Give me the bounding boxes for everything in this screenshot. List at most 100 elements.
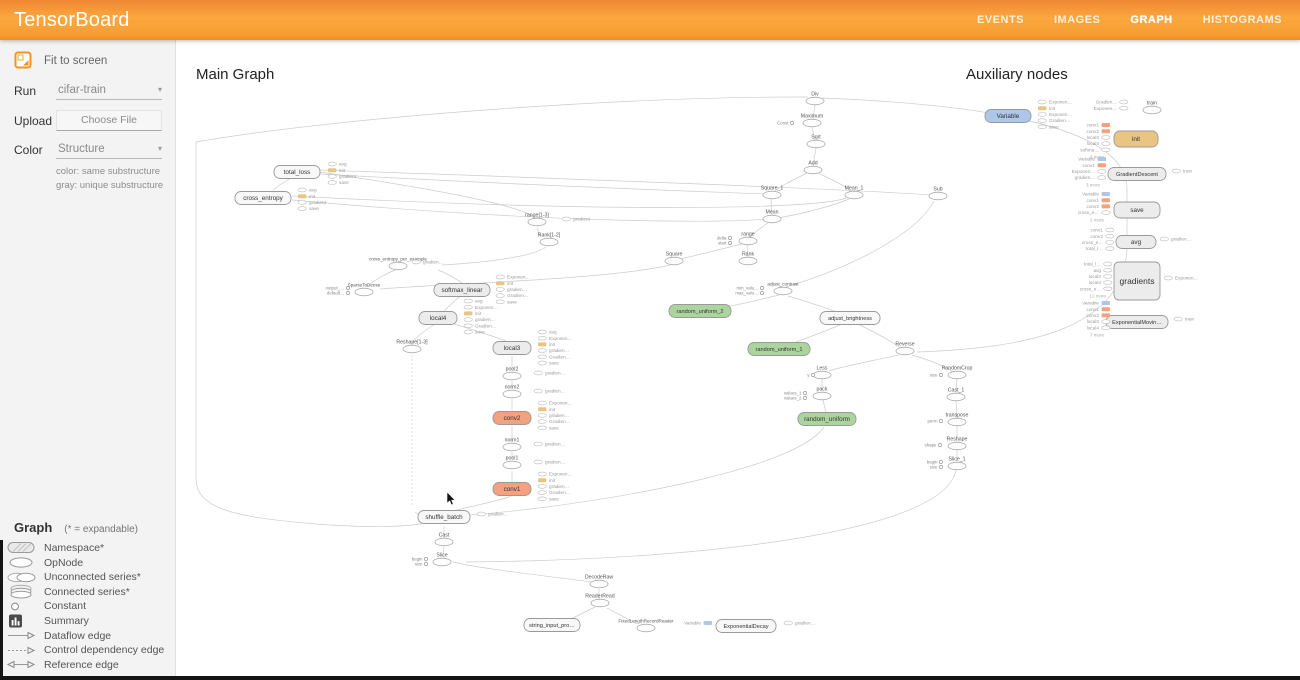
graph-edge	[823, 400, 826, 413]
graph-node-label: conv2	[504, 415, 521, 422]
constant-label: start	[718, 241, 727, 246]
op-node-add[interactable]: Add	[804, 161, 822, 174]
fit-to-screen-button[interactable]	[12, 50, 34, 72]
annotation-node-icon	[1104, 275, 1112, 279]
op-node-reverse[interactable]: Reverse	[895, 342, 914, 355]
annotation-node-icon	[464, 330, 472, 334]
op-node-pool1[interactable]: pool1	[503, 456, 521, 469]
op-node-decoderaw[interactable]: DecodeRaw	[585, 575, 614, 588]
annotation-label: init	[549, 342, 556, 347]
op-node-fixedlengthrecordreader[interactable]: FixedLengthRecordReader	[618, 619, 674, 632]
op-node-label: Less	[817, 366, 828, 372]
opnode-icon	[806, 97, 824, 105]
graph-node-gradients[interactable]: gradients	[1114, 262, 1160, 300]
graph-node-label: ExponentialDecay	[723, 624, 768, 630]
op-node-slice[interactable]: Slicebeginsize	[412, 553, 451, 567]
annotation-label: Gradien…	[507, 293, 529, 298]
op-node-label: adjust_contrast	[767, 282, 799, 287]
op-node-readerread[interactable]: ReaderRead	[585, 594, 615, 607]
annotation-label: init	[339, 168, 346, 173]
graph-node-string-input-pro-[interactable]: string_input_pro…	[524, 619, 580, 632]
graph-node-total-loss[interactable]: total_loss	[274, 166, 320, 179]
annotation-label: save	[339, 180, 349, 185]
op-node-rank[interactable]: Rank	[739, 252, 757, 265]
op-node-range-1-3-[interactable]: range[1-3]	[525, 213, 549, 226]
annotation-label: gradien…	[488, 512, 509, 517]
graph-node-cross-entropy[interactable]: cross_entropy	[235, 192, 291, 205]
op-node-label: range	[741, 232, 754, 238]
choose-file-button[interactable]: Choose File	[56, 110, 162, 131]
graph-canvas[interactable]: Div MaximumConst Sqrt Add Square_1 Mean_1 Sub M…	[176, 40, 1300, 680]
graph-node-save[interactable]: save	[1114, 202, 1160, 218]
graph-node-softmax-linear[interactable]: softmax_linear	[434, 284, 490, 297]
graph-node-gradientdescent[interactable]: GradientDescent	[1108, 168, 1166, 181]
opnode-icon	[403, 345, 421, 353]
graph-node-avg[interactable]: avg	[1116, 236, 1156, 249]
op-node-norm1[interactable]: norm1	[503, 438, 521, 451]
annotation-node-icon	[328, 181, 336, 185]
graph-node-init[interactable]: init	[1114, 131, 1158, 147]
op-node-maximum[interactable]: MaximumConst	[777, 114, 823, 127]
connected-series-icon	[0, 584, 44, 600]
opnode-icon	[0, 555, 44, 570]
graph-node-adjust-brightness[interactable]: adjust_brightness	[820, 312, 880, 325]
tab-graph[interactable]: GRAPH	[1130, 14, 1172, 26]
run-select[interactable]: cifar-train ▾	[56, 82, 162, 100]
op-node-pack[interactable]: packvalues_1values_2	[784, 387, 831, 401]
annotation-label: conv1	[1086, 198, 1099, 203]
tab-histograms[interactable]: HISTOGRAMS	[1203, 14, 1282, 26]
op-node-label: Reshape	[947, 437, 968, 443]
op-node-cast-1[interactable]: Cast_1	[947, 388, 965, 401]
graph-node-conv1[interactable]: conv1	[493, 483, 531, 496]
upload-label: Upload	[14, 114, 56, 128]
op-node-mean-1[interactable]: Mean_1	[845, 186, 864, 199]
op-node-reshape-1-3-[interactable]: Reshape[1-3]	[396, 340, 428, 353]
annotation-node-icon	[1038, 113, 1046, 117]
tab-images[interactable]: IMAGES	[1054, 14, 1100, 26]
op-node-rank-1-2-[interactable]: Rank[1-2]	[538, 233, 561, 246]
opnode-icon	[503, 390, 521, 398]
op-node-mean[interactable]: Mean	[763, 210, 781, 223]
graph-node-conv2[interactable]: conv2	[493, 412, 531, 425]
op-node-sqrt[interactable]: Sqrt	[807, 135, 825, 148]
graph-node-shuffle-batch[interactable]: shuffle_batch	[418, 511, 470, 524]
color-select[interactable]: Structure ▾	[56, 141, 162, 159]
graph-node-label: Variable	[997, 113, 1020, 120]
annotation-label: Exponen…	[549, 336, 573, 341]
op-node-norm2[interactable]: norm2	[503, 385, 521, 398]
annotation-stack: gradien…	[412, 260, 444, 265]
opnode-icon	[739, 257, 757, 265]
op-node-adjust-contrast[interactable]: adjust_contrastmin_valu…max_valu…	[735, 282, 799, 296]
op-node-square[interactable]: Square	[665, 252, 683, 265]
op-node-cast[interactable]: Cast	[435, 533, 453, 546]
header-bar: TensorBoard EVENTSIMAGESGRAPHHISTOGRAMS	[0, 0, 1300, 40]
graph-node-random-uniform[interactable]: random_uniform	[798, 413, 856, 426]
op-node-randomcrop[interactable]: RandomCropsize	[930, 366, 973, 379]
graph-edge	[196, 97, 808, 142]
graph-node-local3[interactable]: local3	[493, 342, 531, 355]
op-node-less[interactable]: Lessy	[807, 366, 831, 379]
op-node-pool2[interactable]: pool2	[503, 367, 521, 380]
op-node-reshape[interactable]: Reshapeshape	[925, 437, 968, 450]
graph-node-exponentialdecay[interactable]: ExponentialDecay	[716, 620, 776, 633]
op-node-slice-1[interactable]: Slice_1beginsize	[927, 457, 966, 470]
annotation-label: softma…	[1080, 147, 1099, 152]
op-node-transpose[interactable]: transposeperm	[927, 413, 968, 426]
op-node-square-1[interactable]: Square_1	[761, 186, 784, 199]
tab-events[interactable]: EVENTS	[977, 14, 1024, 26]
op-node-train[interactable]: train	[1143, 101, 1161, 114]
op-node-div[interactable]: Div	[806, 92, 824, 105]
graph-node-exponentialmovin-[interactable]: ExponentialMovin…	[1106, 316, 1168, 329]
op-node-label: Square_1	[761, 186, 784, 192]
annotation-node-icon	[464, 311, 472, 315]
op-node-range[interactable]: rangedeltastart	[717, 232, 757, 246]
op-node-sparsetodense[interactable]: SparseToDenseoutput_…default…	[325, 283, 380, 296]
graph-node-variable[interactable]: Variable	[985, 110, 1031, 123]
annotation-more-label: 2 more	[1090, 217, 1105, 222]
graph-node-random-uniform-1[interactable]: random_uniform_1	[748, 343, 810, 356]
op-node-sub[interactable]: Sub	[929, 187, 947, 200]
graph-node-local4[interactable]: local4	[419, 312, 457, 325]
sidebar: Fit to screen Run cifar-train ▾ Upload C…	[0, 40, 176, 680]
annotation-label: gradien…	[545, 442, 566, 447]
graph-node-random-uniform-2[interactable]: random_uniform_2	[669, 305, 731, 318]
